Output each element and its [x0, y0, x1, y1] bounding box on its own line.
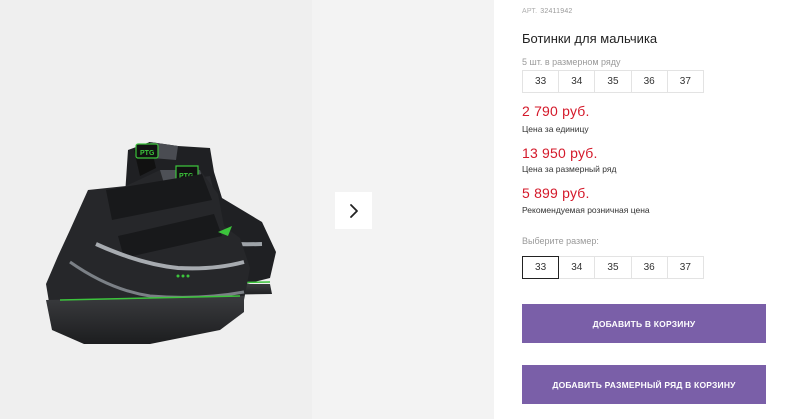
pack-size-list: 33 34 35 36 37	[522, 70, 704, 93]
price-unit-note: Цена за единицу	[522, 124, 589, 134]
price-row: 13 950 руб.	[522, 145, 598, 161]
pack-size-cell: 34	[558, 70, 596, 93]
pack-size-cell: 33	[522, 70, 560, 93]
size-option-34[interactable]: 34	[558, 256, 596, 279]
article-number: АРТ. 32411942	[522, 8, 573, 15]
choose-size-label: Выберите размер:	[522, 236, 599, 246]
size-option-33[interactable]: 33	[522, 256, 560, 279]
article-label: АРТ.	[522, 8, 538, 15]
product-title: Ботинки для мальчика	[522, 31, 658, 46]
price-retail: 5 899 руб.	[522, 185, 590, 201]
pack-note: 5 шт. в размерном ряду	[522, 57, 621, 67]
boot-logo-text: PTG	[140, 150, 155, 157]
size-selector: 33 34 35 36 37	[522, 256, 704, 279]
article-value: 32411942	[540, 8, 573, 15]
price-retail-note: Рекомендуемая розничная цена	[522, 205, 650, 215]
boots-image: PTG PTG	[46, 142, 276, 344]
chevron-right-icon	[349, 203, 358, 218]
size-option-36[interactable]: 36	[630, 256, 668, 279]
pack-size-cell: 35	[594, 70, 632, 93]
pack-size-cell: 36	[630, 70, 668, 93]
product-gallery: PTG PTG	[0, 0, 494, 419]
size-option-37[interactable]: 37	[666, 256, 704, 279]
price-unit: 2 790 руб.	[522, 103, 590, 119]
size-option-35[interactable]: 35	[594, 256, 632, 279]
add-size-row-to-cart-button[interactable]: ДОБАВИТЬ РАЗМЕРНЫЙ РЯД В КОРЗИНУ	[522, 365, 766, 404]
add-to-cart-button[interactable]: ДОБАВИТЬ В КОРЗИНУ	[522, 304, 766, 343]
next-photo-button[interactable]	[335, 192, 372, 229]
price-row-note: Цена за размерный ряд	[522, 164, 617, 174]
product-photo[interactable]: PTG PTG	[0, 0, 312, 419]
pack-size-cell: 37	[666, 70, 704, 93]
